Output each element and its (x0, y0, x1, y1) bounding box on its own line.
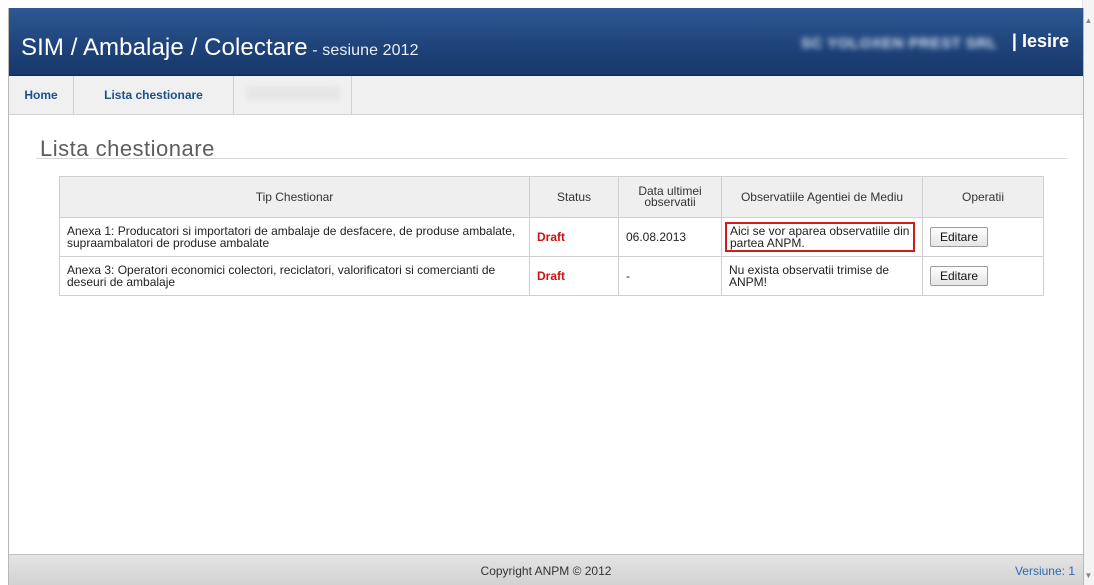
logout-link[interactable]: | Iesire (1012, 31, 1069, 52)
cell-operatii: Editare (922, 256, 1044, 296)
cell-tip: Anexa 1: Producatori si importatori de a… (59, 217, 530, 257)
app-title: SIM / Ambalaje / Colectare - sesiune 201… (21, 34, 419, 62)
col-header-operatii: Operatii (922, 176, 1044, 218)
heading-divider (36, 158, 1067, 159)
edit-button[interactable]: Editare (930, 227, 989, 247)
app-title-text: SIM / Ambalaje / Colectare (21, 34, 308, 61)
status-badge: Draft (529, 256, 619, 296)
blurred-nav-label (246, 86, 340, 100)
nav-home[interactable]: Home (9, 76, 74, 114)
copyright-text: Copyright ANPM © 2012 (480, 564, 612, 578)
cell-tip: Anexa 3: Operatori economici colectori, … (59, 256, 530, 296)
scroll-down-arrow-icon[interactable]: ▼ (1084, 571, 1093, 581)
col-header-observatii: Observatiile Agentiei de Mediu (721, 176, 923, 218)
table-row: Anexa 1: Producatori si importatori de a… (59, 217, 1044, 257)
cell-observatii: Nu exista observatii trimise de ANPM! (721, 256, 923, 296)
edit-button[interactable]: Editare (930, 266, 989, 286)
col-header-status: Status (529, 176, 619, 218)
main-nav: Home Lista chestionare (9, 76, 1083, 115)
nav-hidden-item[interactable] (234, 76, 352, 114)
cell-date: 06.08.2013 (618, 217, 722, 257)
session-label: - sesiune 2012 (307, 42, 419, 59)
app-frame: SIM / Ambalaje / Colectare - sesiune 201… (8, 8, 1084, 585)
table-header-row: Tip Chestionar Status Data ultimei obser… (59, 176, 1044, 218)
cell-observatii: Aici se vor aparea observatiile din part… (721, 217, 923, 257)
company-name: SC YOLOXEN PREST SRL (801, 35, 998, 51)
nav-lista-chestionare[interactable]: Lista chestionare (74, 76, 234, 114)
app-header: SIM / Ambalaje / Colectare - sesiune 201… (9, 8, 1083, 76)
page-footer: Copyright ANPM © 2012 Versiune: 1 (9, 554, 1083, 585)
col-header-date: Data ultimei observatii (618, 176, 722, 218)
version-link[interactable]: Versiune: 1 (1015, 564, 1075, 578)
scroll-up-arrow-icon[interactable]: ▲ (1084, 16, 1093, 26)
status-badge: Draft (529, 217, 619, 257)
table-row: Anexa 3: Operatori economici colectori, … (59, 256, 1044, 296)
cell-operatii: Editare (922, 217, 1044, 257)
cell-date: - (618, 256, 722, 296)
col-header-tip: Tip Chestionar (59, 176, 530, 218)
highlighted-observation: Aici se vor aparea observatiile din part… (725, 222, 915, 252)
questionnaire-table: Tip Chestionar Status Data ultimei obser… (59, 176, 1044, 296)
